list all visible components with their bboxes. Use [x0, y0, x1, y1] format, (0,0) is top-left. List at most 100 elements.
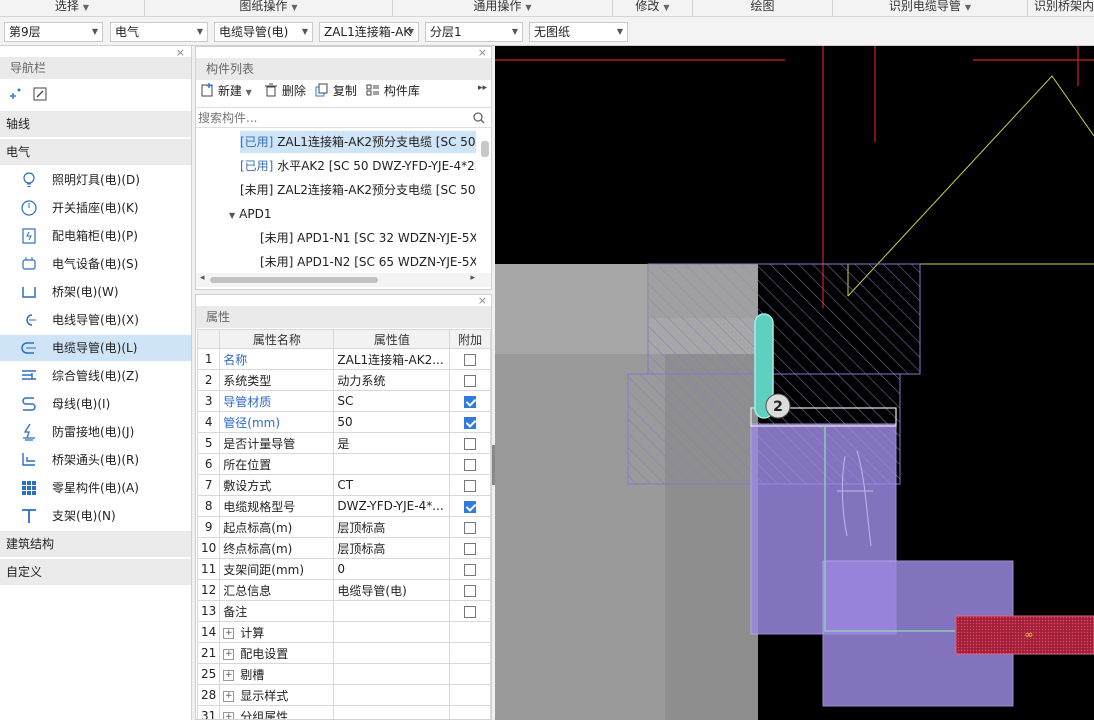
extra-checkbox[interactable] [464, 563, 477, 576]
property-row[interactable]: 21 + 配电设置 [196, 642, 491, 664]
search-icon[interactable] [473, 112, 485, 124]
tree-group-apd1[interactable]: ▼ APD1 [229, 203, 476, 225]
ribbon-group-drawing-ops[interactable]: 图纸操作 ▼ [145, 0, 393, 17]
floor-select[interactable]: 第9层 ▼ [4, 22, 103, 42]
add-sparkle-icon[interactable] [8, 87, 22, 101]
property-row[interactable]: 31 + 分组属性 [196, 705, 491, 719]
extra-checkbox[interactable] [464, 500, 477, 513]
property-value[interactable]: 电缆导管(电) [333, 579, 451, 601]
expand-plus-icon[interactable]: + [223, 669, 235, 681]
property-row[interactable]: 14 + 计算 [196, 621, 491, 643]
property-row[interactable]: 28 + 显示样式 [196, 684, 491, 706]
more-arrows-icon[interactable]: ▸▸ [478, 83, 487, 93]
scroll-left-icon[interactable]: ◂ [200, 273, 205, 283]
property-value[interactable]: 50 [333, 411, 451, 433]
horizontal-scrollbar[interactable]: ◂ ▸ [196, 273, 491, 287]
property-value[interactable]: 动力系统 [333, 369, 451, 391]
nav-item-lightning-ground[interactable]: 防雷接地(电)(J) [0, 419, 191, 445]
property-row[interactable]: 5 是否计量导管 是 [196, 432, 491, 454]
expand-arrow-icon[interactable]: ▼ [229, 211, 235, 220]
nav-item-light-bulb[interactable]: 照明灯具(电)(D) [0, 167, 191, 193]
copy-button[interactable]: 复制 [315, 81, 357, 101]
property-value[interactable] [333, 453, 451, 475]
property-value[interactable] [333, 642, 451, 664]
property-value[interactable]: DWZ-YFD-YJE-4*... [333, 495, 451, 517]
tree-item[interactable]: [已用] ZAL1连接箱-AK2预分支电缆 [SC 50 D [240, 131, 476, 153]
property-value[interactable]: CT [333, 474, 451, 496]
property-value[interactable]: 0 [333, 558, 451, 580]
property-value[interactable]: 层顶标高 [333, 516, 451, 538]
property-row[interactable]: 25 + 剔槽 [196, 663, 491, 685]
nav-item-misc-component[interactable]: 零星构件(电)(A) [0, 475, 191, 501]
ribbon-group-identify-tray[interactable]: 识别桥架内 [1028, 0, 1094, 17]
property-value[interactable] [333, 621, 451, 643]
component-search-input[interactable] [196, 108, 470, 128]
property-value[interactable] [333, 705, 451, 719]
nav-item-busbar[interactable]: 母线(电)(I) [0, 391, 191, 417]
extra-checkbox[interactable] [464, 416, 477, 429]
layer-select[interactable]: 分层1 ▼ [425, 22, 523, 42]
extra-checkbox[interactable] [464, 542, 477, 555]
extra-checkbox[interactable] [464, 521, 477, 534]
scroll-right-icon[interactable]: ▸ [470, 273, 475, 283]
extra-checkbox[interactable] [464, 437, 477, 450]
property-row[interactable]: 6 所在位置 [196, 453, 491, 475]
nav-item-electric-device[interactable]: 电气设备(电)(S) [0, 251, 191, 277]
property-value[interactable] [333, 600, 451, 622]
property-value[interactable]: 是 [333, 432, 451, 454]
extra-checkbox[interactable] [464, 395, 477, 408]
nav-item-cable-conduit[interactable]: 电缆导管(电)(L) [0, 335, 191, 361]
expand-plus-icon[interactable]: + [223, 690, 235, 702]
extra-checkbox[interactable] [464, 374, 477, 387]
nav-item-tray-fitting[interactable]: 桥架通头(电)(R) [0, 447, 191, 473]
discipline-select[interactable]: 电气 ▼ [110, 22, 208, 42]
category-custom[interactable]: 自定义 [0, 559, 191, 585]
nav-item-combined-pipeline[interactable]: 综合管线(电)(Z) [0, 363, 191, 389]
extra-checkbox[interactable] [464, 458, 477, 471]
ribbon-group-modify[interactable]: 修改 ▼ [613, 0, 693, 17]
nav-item-wire-conduit[interactable]: 电线导管(电)(X) [0, 307, 191, 333]
property-row[interactable]: 8 电缆规格型号 DWZ-YFD-YJE-4*... [196, 495, 491, 517]
ribbon-group-draw[interactable]: 绘图 [693, 0, 833, 17]
extra-checkbox[interactable] [464, 584, 477, 597]
drawing-select[interactable]: 无图纸 ▼ [529, 22, 628, 42]
category-axis[interactable]: 轴线 [0, 111, 191, 137]
component-search-box[interactable] [196, 107, 491, 128]
property-row[interactable]: 1 名称 ZAL1连接箱-AK2... [196, 348, 491, 370]
property-row[interactable]: 4 管径(mm) 50 [196, 411, 491, 433]
extra-checkbox[interactable] [464, 605, 477, 618]
component-library-button[interactable]: 构件库 [366, 81, 420, 101]
type-select[interactable]: 电缆导管(电) ▼ [214, 22, 313, 42]
property-row[interactable]: 3 导管材质 SC [196, 390, 491, 412]
property-row[interactable]: 9 起点标高(m) 层顶标高 [196, 516, 491, 538]
tree-item[interactable]: [已用] 水平AK2 [SC 50 DWZ-YFD-YJE-4*25 [240, 155, 476, 177]
element-select[interactable]: ZAL1连接箱-AK ▼ [319, 22, 419, 42]
extra-checkbox[interactable] [464, 353, 477, 366]
expand-plus-icon[interactable]: + [223, 711, 235, 719]
property-value[interactable]: SC [333, 390, 451, 412]
category-electric[interactable]: 电气 [0, 139, 191, 165]
tree-item[interactable]: [未用] APD1-N2 [SC 65 WDZN-YJE-5X1 [260, 251, 476, 273]
tree-item[interactable]: [未用] APD1-N1 [SC 32 WDZN-YJE-5X6 [260, 227, 476, 249]
delete-button[interactable]: 删除 [264, 81, 306, 101]
ribbon-group-general-ops[interactable]: 通用操作 ▼ [393, 0, 613, 17]
ribbon-group-select[interactable]: 选择 ▼ [0, 0, 145, 17]
extra-checkbox[interactable] [464, 479, 477, 492]
property-value[interactable] [333, 663, 451, 685]
property-value[interactable]: ZAL1连接箱-AK2... [333, 348, 451, 370]
property-value[interactable]: 层顶标高 [333, 537, 451, 559]
property-row[interactable]: 7 敷设方式 CT [196, 474, 491, 496]
expand-plus-icon[interactable]: + [223, 648, 235, 660]
property-row[interactable]: 12 汇总信息 电缆导管(电) [196, 579, 491, 601]
nav-item-switch-socket[interactable]: 开关插座(电)(K) [0, 195, 191, 221]
property-row[interactable]: 10 终点标高(m) 层顶标高 [196, 537, 491, 559]
property-value[interactable] [333, 684, 451, 706]
cad-canvas[interactable]: 2 ∞ [495, 46, 1094, 720]
category-building-structure[interactable]: 建筑结构 [0, 531, 191, 557]
nav-item-bracket[interactable]: 支架(电)(N) [0, 503, 191, 529]
ribbon-group-identify-conduit[interactable]: 识别电缆导管 ▼ [833, 0, 1028, 17]
vertical-scrollbar-thumb[interactable] [481, 141, 489, 157]
property-row[interactable]: 13 备注 [196, 600, 491, 622]
nav-item-cable-tray[interactable]: 桥架(电)(W) [0, 279, 191, 305]
horizontal-scrollbar-thumb[interactable] [210, 277, 378, 283]
